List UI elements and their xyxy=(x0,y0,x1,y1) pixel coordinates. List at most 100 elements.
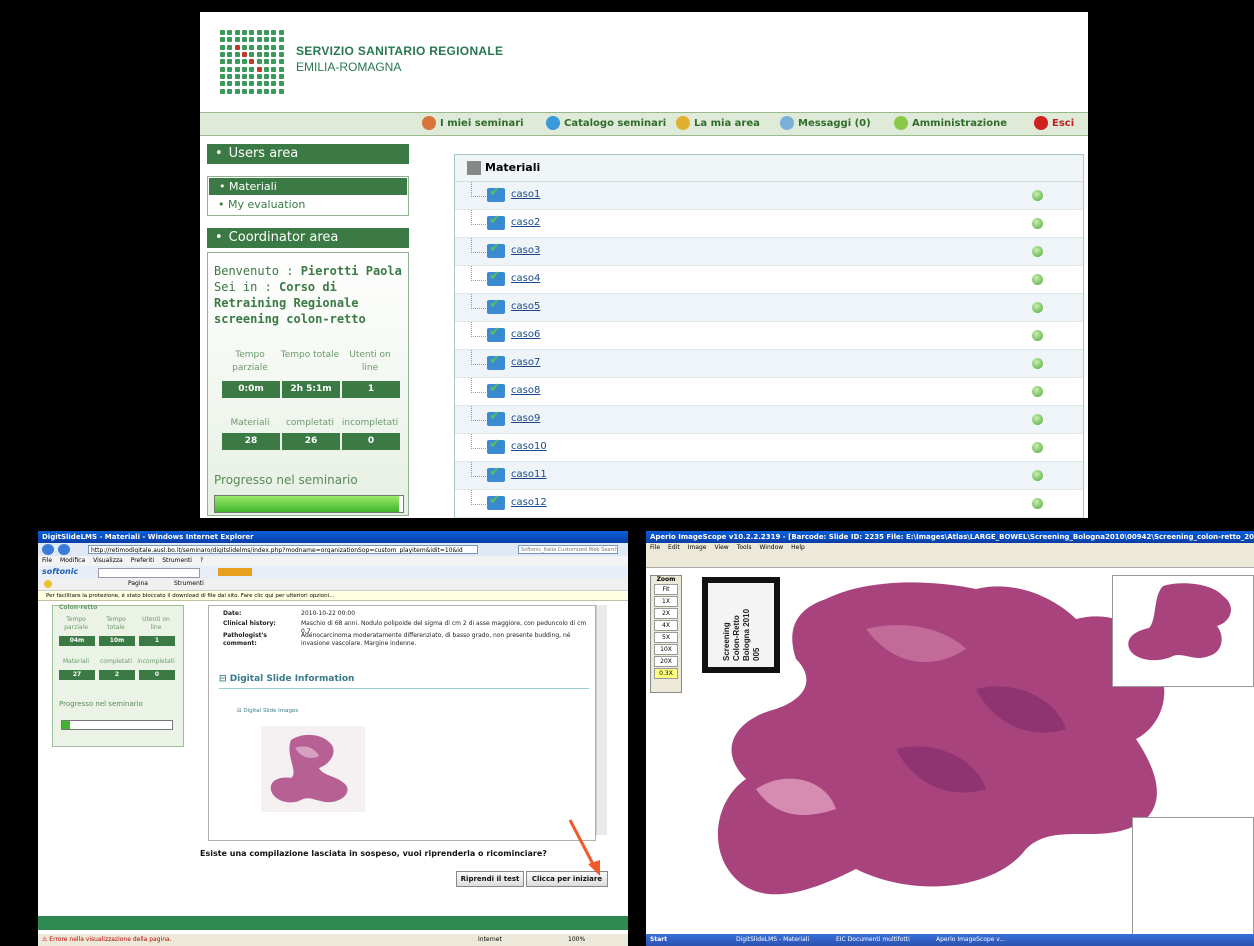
status-zoom[interactable]: 100% xyxy=(568,934,585,946)
material-link[interactable]: caso2 xyxy=(511,217,540,228)
menu-tools[interactable]: Tools xyxy=(737,544,752,551)
material-row[interactable]: caso10 xyxy=(455,434,1083,462)
nav-exit[interactable]: Esci xyxy=(1034,116,1074,130)
taskbar-imagescope[interactable]: Aperio ImageScope v... xyxy=(936,934,1005,946)
material-row[interactable]: caso9 xyxy=(455,406,1083,434)
menu-help[interactable]: Help xyxy=(791,544,805,551)
logo-dot xyxy=(220,66,225,72)
zoom-5x-button[interactable]: 5X xyxy=(654,632,678,643)
material-link[interactable]: caso5 xyxy=(511,301,540,312)
logo-dot xyxy=(220,73,225,79)
checkmark-icon xyxy=(487,325,505,342)
tree-connector xyxy=(471,182,486,197)
material-row[interactable]: caso4 xyxy=(455,266,1083,294)
stat-label: Utenti on line xyxy=(142,616,170,631)
status-dot-icon xyxy=(1032,498,1043,509)
nav-messages[interactable]: Messaggi (0) xyxy=(780,116,871,130)
menu-window[interactable]: Window xyxy=(760,544,784,551)
material-link[interactable]: caso3 xyxy=(511,245,540,256)
logo-dot xyxy=(227,88,233,94)
menu-help[interactable]: ? xyxy=(200,557,203,564)
logo-dot xyxy=(271,59,277,65)
menu-preferiti[interactable]: Preferiti xyxy=(131,557,155,564)
resume-test-button[interactable]: Riprendi il test xyxy=(456,871,524,887)
vertical-scrollbar[interactable] xyxy=(596,605,607,835)
stat-value: 27 xyxy=(59,670,95,680)
users-area-menu: • Materiali • My evaluation xyxy=(207,176,409,216)
material-link[interactable]: caso11 xyxy=(511,469,547,480)
digital-slide-info-title[interactable]: ⊟ Digital Slide Information xyxy=(219,674,354,684)
tools-menu[interactable]: Strumenti xyxy=(174,578,204,590)
menu-file[interactable]: File xyxy=(42,557,52,564)
favorites-icon[interactable] xyxy=(44,580,52,588)
material-row[interactable]: caso6 xyxy=(455,322,1083,350)
page-menu[interactable]: Pagina xyxy=(128,578,148,590)
material-row[interactable]: caso12 xyxy=(455,490,1083,518)
overview-panel[interactable] xyxy=(1132,817,1254,941)
softonic-logo[interactable]: softonic xyxy=(42,567,78,576)
digital-slide-images-toggle[interactable]: ⊟ Digital Slide Images xyxy=(237,708,298,714)
material-row[interactable]: caso1 xyxy=(455,182,1083,210)
toolbar-search-input[interactable] xyxy=(98,568,200,578)
material-row[interactable]: caso3 xyxy=(455,238,1083,266)
material-link[interactable]: caso10 xyxy=(511,441,547,452)
logo-dot xyxy=(234,30,240,35)
menu-modifica[interactable]: Modifica xyxy=(60,557,85,564)
material-link[interactable]: caso6 xyxy=(511,329,540,340)
divider xyxy=(219,688,589,689)
material-link[interactable]: caso4 xyxy=(511,273,540,284)
back-icon[interactable] xyxy=(42,544,54,555)
zoom-20x-button[interactable]: 20X xyxy=(654,656,678,667)
menu-file[interactable]: File xyxy=(650,544,660,551)
material-row[interactable]: caso8 xyxy=(455,378,1083,406)
stat-value: 2h 5:1m xyxy=(282,381,340,398)
thumbnail-navigator[interactable] xyxy=(1112,575,1254,687)
material-link[interactable]: caso9 xyxy=(511,413,540,424)
taskbar-docs[interactable]: EIC Documenti multifotti xyxy=(836,934,910,946)
forward-icon[interactable] xyxy=(58,544,70,555)
slide-thumbnail[interactable] xyxy=(261,726,365,812)
start-button[interactable]: Start xyxy=(650,934,667,946)
material-link[interactable]: caso1 xyxy=(511,189,540,200)
taskbar-ie[interactable]: DigitSlideLMS - Materiali xyxy=(736,934,809,946)
zoom-4x-button[interactable]: 4X xyxy=(654,620,678,631)
top-nav: I miei seminari Catalogo seminari La mia… xyxy=(200,112,1088,136)
menu-image[interactable]: Image xyxy=(688,544,707,551)
material-row[interactable]: caso2 xyxy=(455,210,1083,238)
zoom-2x-button[interactable]: 2X xyxy=(654,608,678,619)
nav-my-seminars[interactable]: I miei seminari xyxy=(422,116,524,130)
material-row[interactable]: caso5 xyxy=(455,294,1083,322)
menu-visualizza[interactable]: Visualizza xyxy=(93,557,123,564)
zoom-10x-button[interactable]: 10X xyxy=(654,644,678,655)
zoom-fit-button[interactable]: Fit xyxy=(654,584,678,595)
material-link[interactable]: caso8 xyxy=(511,385,540,396)
logo-dot xyxy=(271,44,277,50)
slide-detail-panel: Date: 2010-10-22 00:00 Clinical history:… xyxy=(208,605,596,841)
material-link[interactable]: caso12 xyxy=(511,497,547,508)
material-link[interactable]: caso7 xyxy=(511,357,540,368)
toolbar-search-button[interactable] xyxy=(218,568,252,576)
status-error[interactable]: ⚠ Errore nella visualizzazione della pag… xyxy=(42,934,172,946)
checkmark-icon xyxy=(487,185,505,202)
search-input[interactable]: Softonic_Italia Customized Web Search xyxy=(518,545,618,554)
ie-sidebar-stats: Colon-retto Tempo parziale Tempo totale … xyxy=(52,604,184,747)
nav-my-area[interactable]: La mia area xyxy=(676,116,760,130)
logo-dot xyxy=(256,81,262,87)
zoom-1x-button[interactable]: 1X xyxy=(654,596,678,607)
menu-strumenti[interactable]: Strumenti xyxy=(162,557,192,564)
logo-dot xyxy=(234,81,240,87)
sidebar-item-materiali[interactable]: • Materiali xyxy=(209,178,407,195)
nav-catalog[interactable]: Catalogo seminari xyxy=(546,116,666,130)
material-row[interactable]: caso7 xyxy=(455,350,1083,378)
nav-admin[interactable]: Amministrazione xyxy=(894,116,1007,130)
logo-dot xyxy=(234,44,240,50)
menu-edit[interactable]: Edit xyxy=(668,544,680,551)
sidebar-item-evaluation[interactable]: • My evaluation xyxy=(208,196,408,213)
logo-dot xyxy=(264,73,269,79)
menu-view[interactable]: View xyxy=(714,544,728,551)
info-bar[interactable]: Per facilitare la protezione, è stato bl… xyxy=(38,591,628,601)
ssr-logo xyxy=(220,30,284,94)
material-row[interactable]: caso11 xyxy=(455,462,1083,490)
url-input[interactable]: http://retimodigitale.ausl.bo.it/seminar… xyxy=(88,545,478,554)
coordinator-area-header[interactable]: Coordinator area xyxy=(207,228,409,248)
